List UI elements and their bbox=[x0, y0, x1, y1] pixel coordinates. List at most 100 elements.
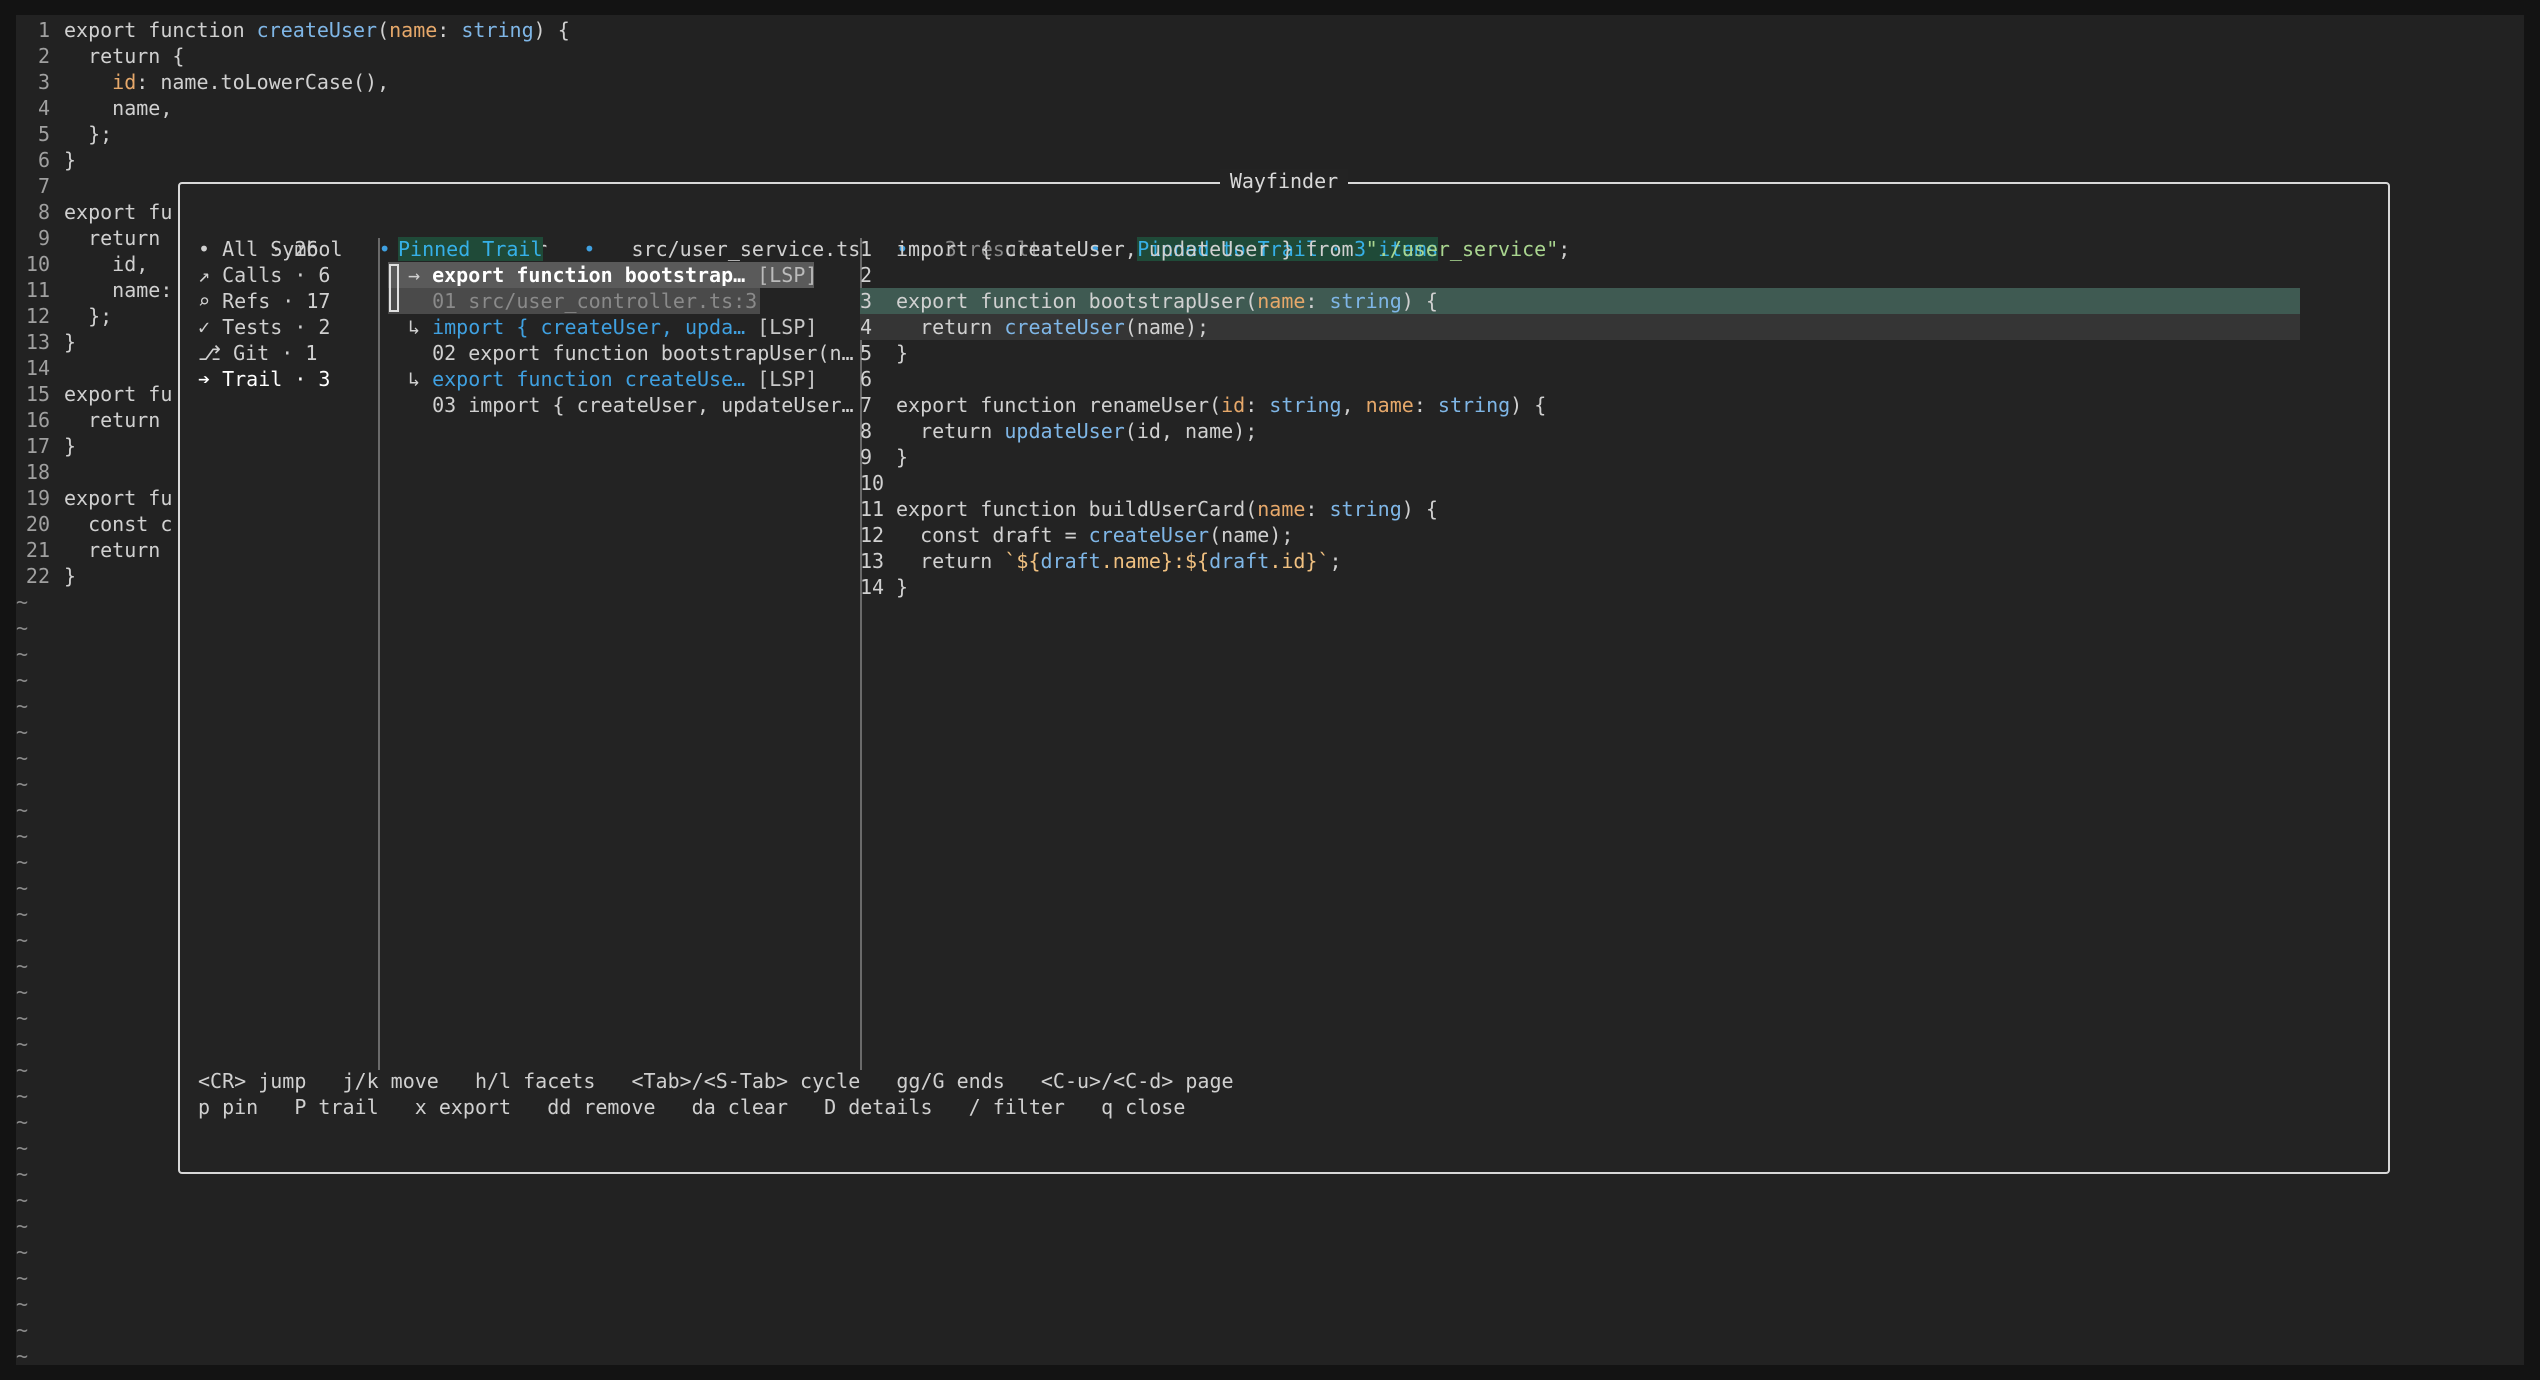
empty-line-tilde: ~ bbox=[16, 902, 29, 926]
facet-icon: • bbox=[198, 237, 211, 261]
lsp-tag: [LSP] bbox=[757, 263, 818, 287]
line-code: return { bbox=[64, 44, 185, 68]
facet-icon: ⌕ bbox=[198, 289, 211, 313]
editor-line[interactable]: 9 return bbox=[16, 225, 160, 251]
editor-line[interactable]: 8 export fu bbox=[16, 199, 172, 225]
line-number: 2 bbox=[37, 44, 50, 68]
line-number: 1 bbox=[37, 18, 50, 42]
line-number: 15 bbox=[25, 382, 50, 406]
empty-line-tilde: ~ bbox=[16, 642, 29, 666]
empty-line-tilde: ~ bbox=[16, 1292, 29, 1316]
editor-line[interactable]: 7 bbox=[16, 173, 50, 199]
editor-line[interactable]: 3 id: name.toLowerCase(), bbox=[16, 69, 389, 95]
facet-label: Git · 1 bbox=[233, 341, 318, 365]
result-text: 01 src/user_controller.ts:3 bbox=[432, 289, 758, 313]
preview-line: 4 return createUser(name); bbox=[860, 314, 2300, 340]
editor-line[interactable]: 10 id, bbox=[16, 251, 148, 277]
editor-line[interactable]: 13} bbox=[16, 329, 76, 355]
line-code: name, bbox=[64, 96, 173, 120]
editor-line[interactable]: 15 export fu bbox=[16, 381, 172, 407]
line-code: name: bbox=[64, 278, 173, 302]
preview-line: 12 const draft = createUser(name); bbox=[860, 522, 2300, 548]
editor-line[interactable]: 11 name: bbox=[16, 277, 172, 303]
facet-item[interactable]: ⎇ Git · 1 bbox=[198, 340, 317, 366]
facet-item[interactable]: ↗ Calls · 6 bbox=[198, 262, 330, 288]
line-number: 10 bbox=[25, 252, 50, 276]
editor-line[interactable]: 6} bbox=[16, 147, 76, 173]
preview-line-code: const draft = createUser(name); bbox=[896, 523, 1294, 547]
editor-line[interactable]: 18 bbox=[16, 459, 50, 485]
editor-line[interactable]: 19 export fu bbox=[16, 485, 172, 511]
facet-item[interactable]: • All · 26 bbox=[198, 236, 318, 262]
result-text: 02 export function bootstrapUser(n… bbox=[432, 341, 854, 365]
facet-label: Calls · 6 bbox=[222, 263, 331, 287]
preview-line: 13 return `${draft.name}:${draft.id}`; bbox=[860, 548, 2300, 574]
result-item[interactable]: ↳ import { createUser, upda… [LSP] bbox=[408, 314, 817, 340]
result-item[interactable]: 02 export function bootstrapUser(n… bbox=[408, 340, 854, 366]
line-code: id, bbox=[64, 252, 149, 276]
editor-line[interactable]: 17} bbox=[16, 433, 76, 459]
preview-line-code: } bbox=[896, 341, 909, 365]
wayfinder-header: Symbol • createUser • src/user_service.t… bbox=[270, 237, 1439, 261]
empty-line-tilde: ~ bbox=[16, 928, 29, 952]
wayfinder-popup: Wayfinder Symbol • createUser • src/user… bbox=[178, 169, 2390, 1174]
preview-line: 7 export function renameUser(id: string, … bbox=[860, 392, 2300, 418]
preview-line-code: import { createUser, updateUser } from "… bbox=[896, 237, 1571, 261]
empty-line-tilde: ~ bbox=[16, 876, 29, 900]
preview-line-number: 13 bbox=[860, 549, 885, 573]
result-text: import { createUser, upda… bbox=[432, 315, 746, 339]
line-number: 11 bbox=[25, 278, 50, 302]
result-item[interactable]: → export function bootstrap… [LSP] bbox=[408, 262, 817, 288]
facet-icon: ✓ bbox=[198, 315, 211, 339]
editor-line[interactable]: 21 return bbox=[16, 537, 160, 563]
preview-line-code: return createUser(name); bbox=[896, 315, 1210, 339]
line-number: 8 bbox=[37, 200, 50, 224]
editor-line[interactable]: 16 return bbox=[16, 407, 160, 433]
editor-line[interactable]: 1 export function createUser(name: string… bbox=[16, 17, 570, 43]
empty-line-tilde: ~ bbox=[16, 1058, 29, 1082]
preview-line-number: 14 bbox=[860, 575, 885, 599]
line-code: export function createUser(name: string)… bbox=[64, 18, 570, 42]
facet-item[interactable]: ➔ Trail · 3 bbox=[198, 366, 330, 392]
empty-line-tilde: ~ bbox=[16, 694, 29, 718]
editor-line[interactable]: 14 bbox=[16, 355, 50, 381]
editor-line[interactable]: 2 return { bbox=[16, 43, 184, 69]
header-file: src/user_service.ts bbox=[631, 237, 861, 261]
empty-line-tilde: ~ bbox=[16, 1110, 29, 1134]
preview-line: 8 return updateUser(id, name); bbox=[860, 418, 2300, 444]
facet-icon: ↗ bbox=[198, 263, 211, 287]
line-code: } bbox=[64, 434, 77, 458]
editor-line[interactable]: 22} bbox=[16, 563, 76, 589]
editor-line[interactable]: 5 }; bbox=[16, 121, 112, 147]
empty-line-tilde: ~ bbox=[16, 1240, 29, 1264]
empty-line-tilde: ~ bbox=[16, 1344, 29, 1365]
wayfinder-title: Wayfinder bbox=[180, 168, 2388, 194]
divider-facets bbox=[378, 238, 380, 1070]
preview-line-code: export function buildUserCard(name: stri… bbox=[896, 497, 1438, 521]
preview-line: 10 bbox=[860, 470, 2300, 496]
line-number: 13 bbox=[25, 330, 50, 354]
empty-line-tilde: ~ bbox=[16, 1266, 29, 1290]
result-item[interactable]: 01 src/user_controller.ts:3 bbox=[408, 288, 757, 314]
line-number: 14 bbox=[25, 356, 50, 380]
line-code: }; bbox=[64, 304, 113, 328]
preview-line-number: 2 bbox=[860, 263, 873, 287]
result-text: export function createUse… bbox=[432, 367, 746, 391]
result-item[interactable]: 03 import { createUser, updateUser… bbox=[408, 392, 853, 418]
result-text: export function bootstrap… bbox=[432, 263, 746, 287]
preview-line: 5} bbox=[860, 340, 2300, 366]
facet-item[interactable]: ✓ Tests · 2 bbox=[198, 314, 330, 340]
facet-item[interactable]: ⌕ Refs · 17 bbox=[198, 288, 330, 314]
result-item[interactable]: ↳ export function createUse… [LSP] bbox=[408, 366, 817, 392]
line-code: return bbox=[64, 408, 161, 432]
line-code: export fu bbox=[64, 382, 173, 406]
editor-line[interactable]: 20 const c bbox=[16, 511, 172, 537]
editor-line[interactable]: 4 name, bbox=[16, 95, 172, 121]
preview-line-code: return updateUser(id, name); bbox=[896, 419, 1258, 443]
empty-line-tilde: ~ bbox=[16, 590, 29, 614]
line-code: export fu bbox=[64, 200, 173, 224]
line-number: 5 bbox=[37, 122, 50, 146]
editor-line[interactable]: 12 }; bbox=[16, 303, 112, 329]
facet-icon: ➔ bbox=[198, 367, 211, 391]
help-line-1: <CR> jump j/k move h/l facets <Tab>/<S-T… bbox=[198, 1069, 1234, 1093]
